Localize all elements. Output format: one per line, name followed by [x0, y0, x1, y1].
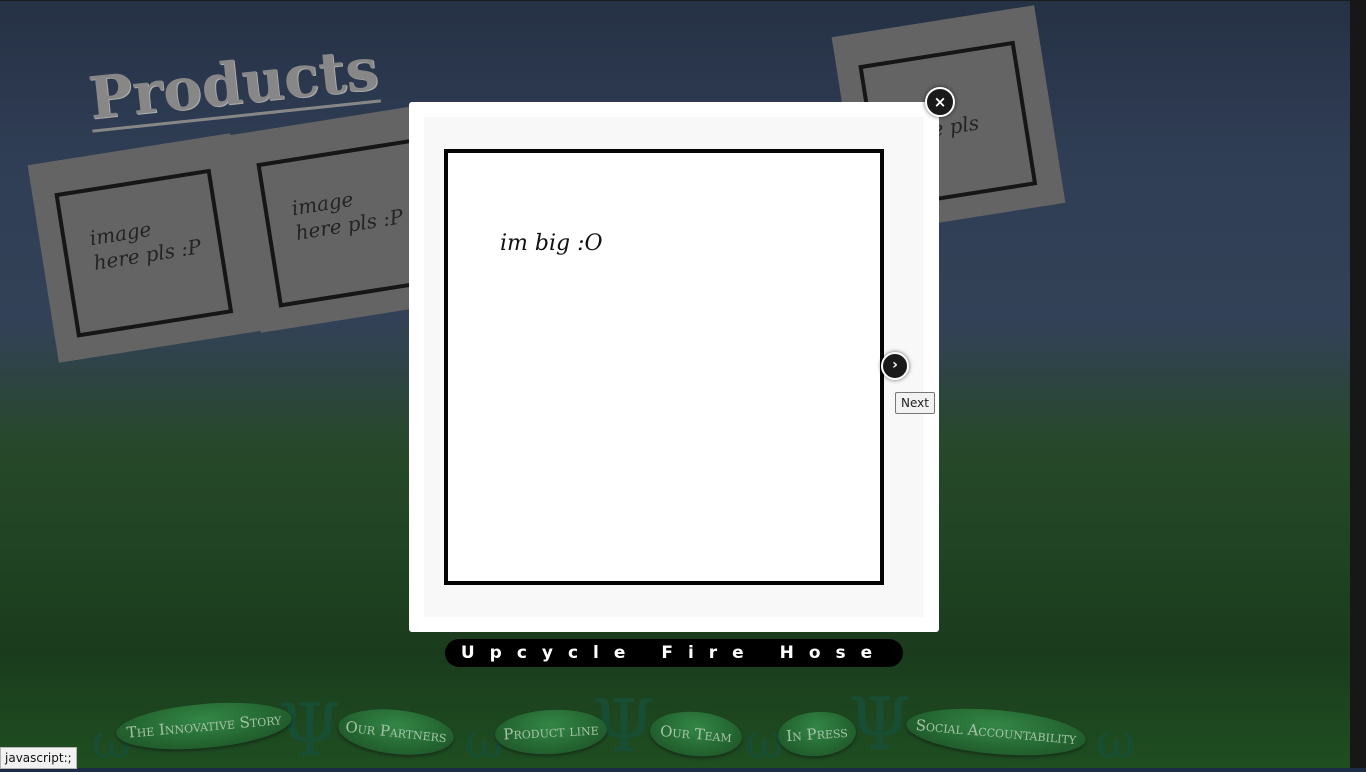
- lightbox-modal: im big :O: [409, 102, 939, 632]
- next-tooltip: Next: [895, 392, 935, 414]
- scrollbar[interactable]: [1350, 0, 1366, 768]
- large-placeholder-text: im big :O: [500, 231, 603, 256]
- next-arrow-icon[interactable]: ›: [881, 352, 909, 380]
- lightbox-content: im big :O: [424, 117, 924, 617]
- product-large-image-placeholder: im big :O: [444, 149, 884, 585]
- lightbox-caption: Upcycle Fire Hose: [445, 639, 903, 667]
- status-bar-url: javascript:;: [0, 747, 77, 769]
- close-icon[interactable]: ×: [925, 87, 955, 117]
